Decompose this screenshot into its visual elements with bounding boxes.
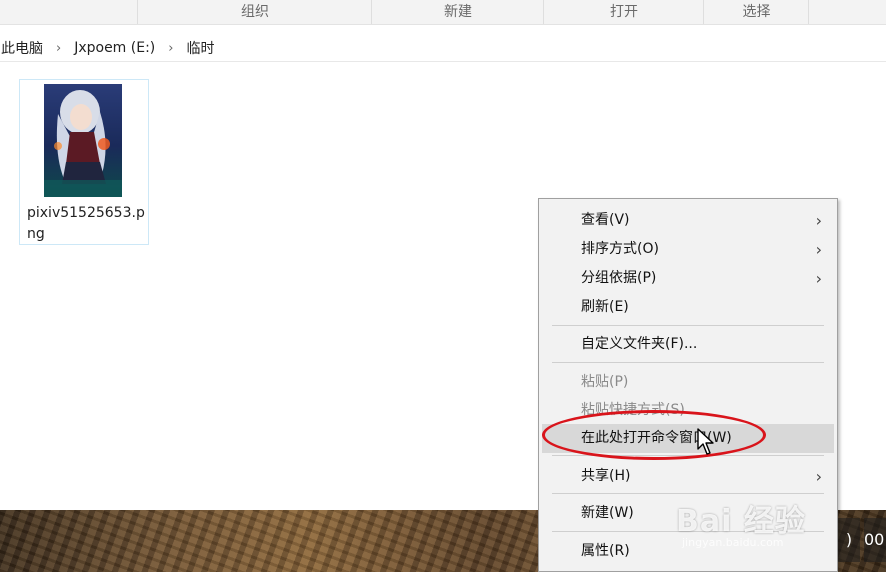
menu-item-label: 共享(H) — [581, 468, 631, 484]
watermark-url: jingyan.baidu.com — [682, 536, 784, 549]
ribbon-group-empty-right — [808, 0, 886, 24]
menu-item-view[interactable]: 查看(V) › — [542, 206, 834, 235]
menu-item-customize-folder[interactable]: 自定义文件夹(F)... — [542, 330, 834, 359]
chevron-right-icon: › — [815, 269, 822, 288]
menu-item-group-by[interactable]: 分组依据(P) › — [542, 264, 834, 293]
menu-item-refresh[interactable]: 刷新(E) — [542, 293, 834, 322]
file-name: pixiv51525653.png — [27, 205, 145, 242]
menu-item-label: 粘贴(P) — [581, 374, 629, 390]
chevron-right-icon: › — [815, 211, 822, 230]
image-thumbnail — [44, 84, 122, 197]
watermark: Bai 经验 jingyan.baidu.com — [676, 496, 806, 549]
menu-item-label: 新建(W) — [581, 505, 634, 521]
menu-item-label: 刷新(E) — [581, 299, 629, 315]
menu-item-label: 排序方式(O) — [581, 241, 659, 257]
menu-item-share[interactable]: 共享(H) › — [542, 462, 834, 491]
ribbon-group-organize[interactable]: 组织 — [137, 0, 372, 24]
mouse-cursor-icon — [697, 428, 714, 455]
menu-separator — [552, 493, 824, 494]
menu-item-label: 属性(R) — [581, 543, 630, 559]
chevron-right-icon: › — [815, 467, 822, 486]
ribbon-group-new[interactable]: 新建 — [371, 0, 544, 24]
menu-item-sort-by[interactable]: 排序方式(O) › — [542, 235, 834, 264]
menu-item-paste: 粘贴(P) — [542, 368, 834, 397]
menu-separator — [552, 362, 824, 363]
taskbar-item[interactable]: ) — [838, 518, 860, 562]
breadcrumb-this-pc[interactable]: 此电脑 — [0, 38, 46, 58]
annotation-ellipse — [542, 410, 766, 460]
breadcrumb-drive[interactable]: Jxpoem (E:) — [71, 40, 158, 56]
ribbon-group-open[interactable]: 打开 — [543, 0, 704, 24]
menu-separator — [552, 325, 824, 326]
menu-item-label: 自定义文件夹(F)... — [581, 336, 698, 352]
menu-item-label: 分组依据(P) — [581, 270, 657, 286]
breadcrumb: 此电脑 › Jxpoem (E:) › 临时 — [0, 37, 217, 59]
menu-item-label: 查看(V) — [581, 212, 630, 228]
taskbar-item[interactable]: 00 — [864, 518, 886, 562]
address-bar[interactable]: 此电脑 › Jxpoem (E:) › 临时 — [0, 34, 886, 62]
chevron-right-icon: › — [815, 240, 822, 259]
ribbon-group-select[interactable]: 选择 — [703, 0, 809, 24]
chevron-right-icon[interactable]: › — [46, 41, 71, 56]
ribbon-group-empty — [0, 0, 137, 24]
watermark-logo: Bai 经验 — [676, 504, 806, 539]
breadcrumb-folder[interactable]: 临时 — [183, 38, 217, 58]
ribbon: 组织 新建 打开 选择 — [0, 0, 886, 25]
chevron-right-icon[interactable]: › — [158, 41, 183, 56]
file-item[interactable]: pixiv51525653.png — [19, 79, 149, 245]
